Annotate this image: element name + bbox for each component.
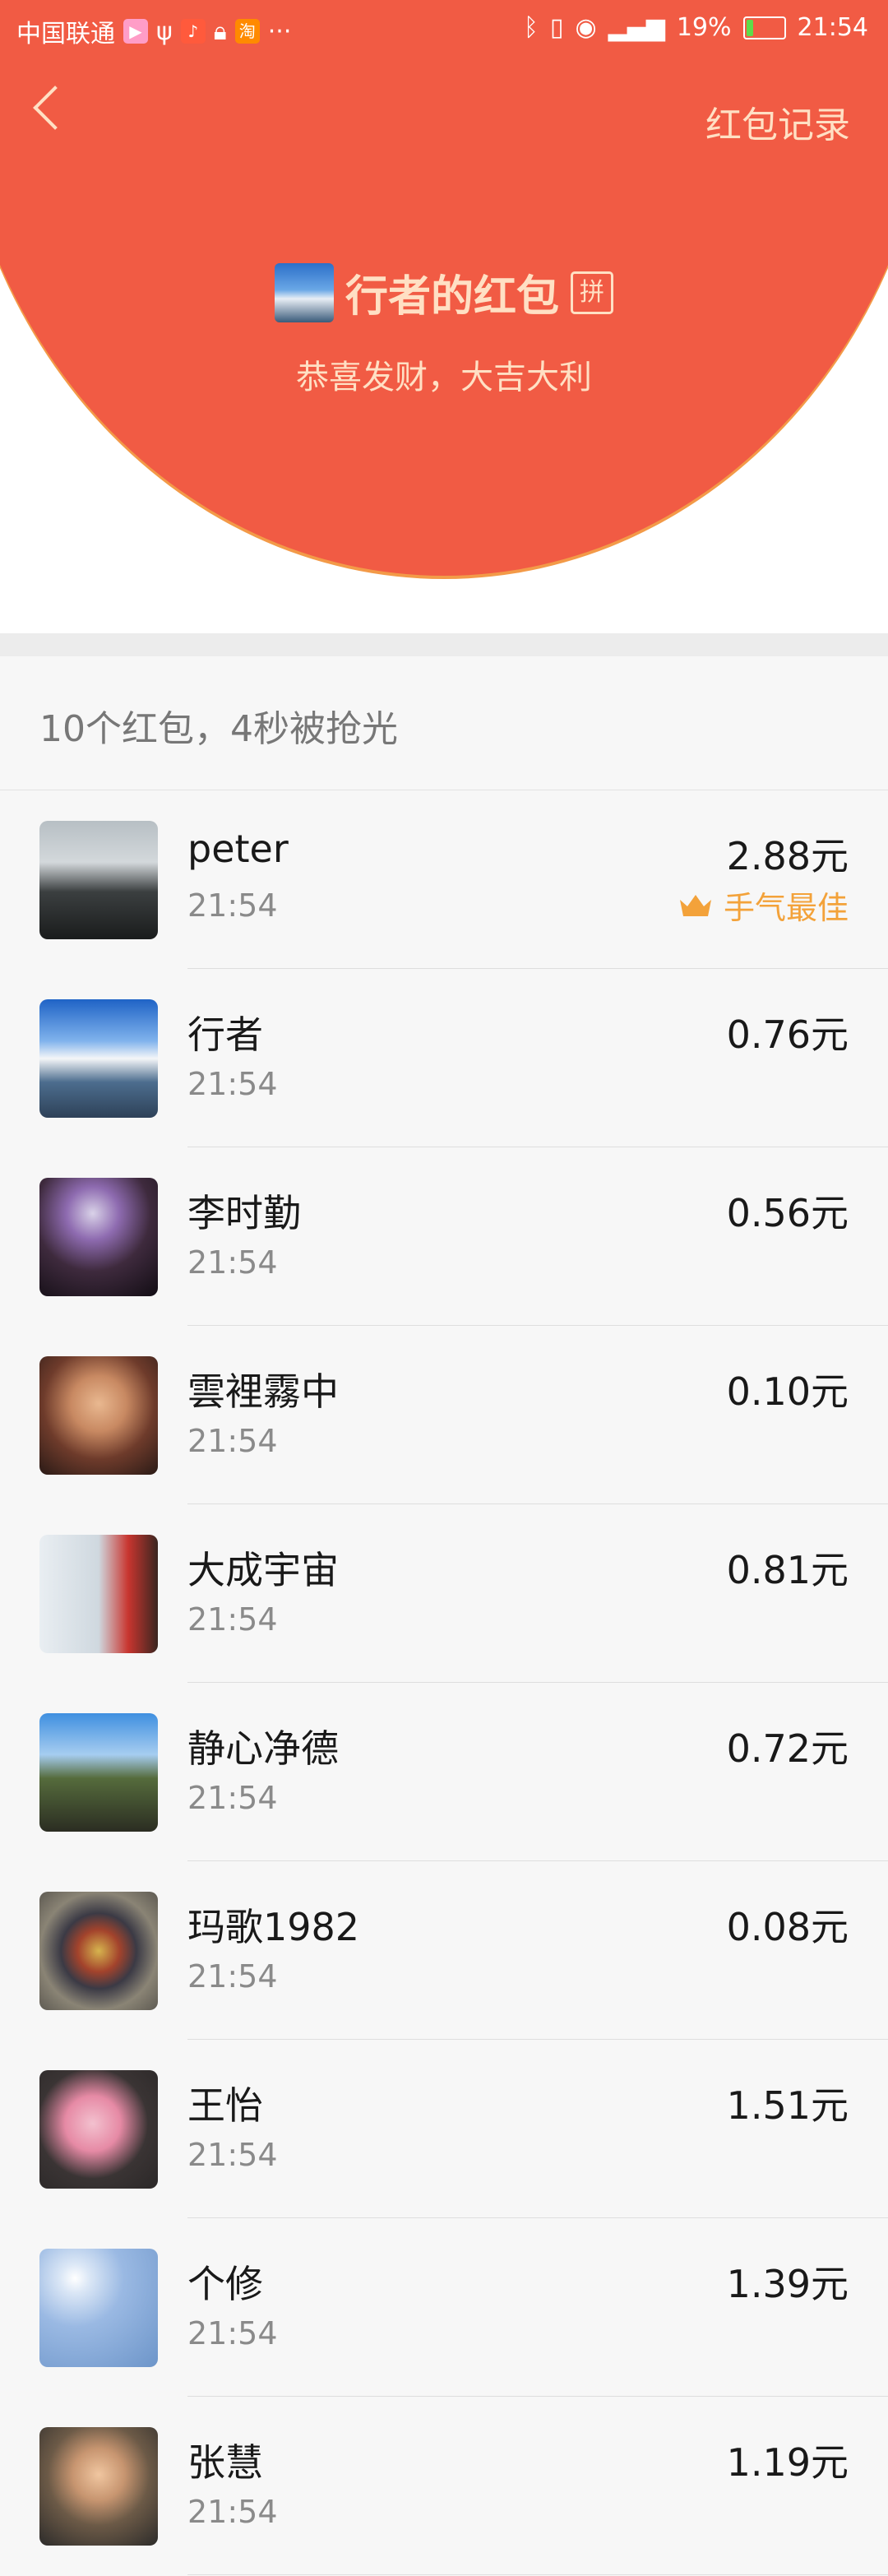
envelope-greeting: 恭喜发财，大吉大利 xyxy=(296,359,592,396)
envelope-title-row: 行者的红包 拼 xyxy=(0,262,888,323)
received-amount: 0.56元 xyxy=(726,1191,849,1235)
receive-time: 21:54 xyxy=(187,887,278,924)
vibrate-icon: ▯ xyxy=(549,13,564,42)
recipient-name: 张慧 xyxy=(187,2440,263,2485)
lucky-draw-badge: 拼 xyxy=(571,271,613,314)
recipient-list: peter 21:54 2.88元 手气最佳 行者 21:54 0.76元 李时… xyxy=(0,790,888,2575)
recipient-row[interactable]: peter 21:54 2.88元 手气最佳 xyxy=(0,790,888,969)
envelope-header: 中国联通 ▶ ψ ♪ 🔒︎ 淘 ··· ᛒ ▯ ◉ ▂▄▆ 19% 21:54 … xyxy=(0,0,888,633)
receive-time: 21:54 xyxy=(187,2494,278,2530)
app-notification-icon: ▶ xyxy=(123,19,148,44)
recipient-row[interactable]: 个修 21:54 1.39元 xyxy=(0,2218,888,2397)
red-packet-records-link[interactable]: 红包记录 xyxy=(705,95,850,148)
received-amount: 1.39元 xyxy=(726,2262,849,2306)
received-amount: 0.72元 xyxy=(726,1726,849,1771)
avatar[interactable] xyxy=(39,1535,158,1653)
avatar[interactable] xyxy=(39,999,158,1118)
status-bar: 中国联通 ▶ ψ ♪ 🔒︎ 淘 ··· ᛒ ▯ ◉ ▂▄▆ 19% 21:54 xyxy=(0,0,888,58)
avatar[interactable] xyxy=(39,1892,158,2010)
receive-time: 21:54 xyxy=(187,1601,278,1638)
avatar[interactable] xyxy=(39,821,158,939)
more-notifications-icon: ··· xyxy=(267,16,292,46)
avatar[interactable] xyxy=(39,1178,158,1296)
recipient-name: 李时勤 xyxy=(187,1191,301,1235)
recipient-row[interactable]: 大成宇宙 21:54 0.81元 xyxy=(0,1504,888,1683)
recipient-row[interactable]: 王怡 21:54 1.51元 xyxy=(0,2040,888,2218)
lock-icon: 🔒︎ xyxy=(213,16,227,46)
recipient-row[interactable]: 玛歌1982 21:54 0.08元 xyxy=(0,1861,888,2040)
avatar[interactable] xyxy=(39,2427,158,2546)
receive-time: 21:54 xyxy=(187,2315,278,2351)
clock: 21:54 xyxy=(797,13,868,42)
recipient-name: 玛歌1982 xyxy=(187,1905,360,1949)
best-luck-label: 手气最佳 xyxy=(723,890,849,926)
music-app-icon: ♪ xyxy=(180,19,206,44)
envelope-summary: 10个红包，4秒被抢光 xyxy=(39,708,398,750)
eye-icon: ◉ xyxy=(575,13,597,42)
section-divider xyxy=(0,633,888,656)
received-amount: 0.81元 xyxy=(726,1548,849,1592)
recipient-row[interactable]: 行者 21:54 0.76元 xyxy=(0,969,888,1147)
recipient-name: 静心净德 xyxy=(187,1726,339,1771)
recipient-name: 个修 xyxy=(187,2262,263,2306)
recipient-row[interactable]: 雲裡霧中 21:54 0.10元 xyxy=(0,1326,888,1504)
avatar[interactable] xyxy=(39,1713,158,1832)
received-amount: 1.51元 xyxy=(726,2083,849,2128)
recipient-row[interactable]: 李时勤 21:54 0.56元 xyxy=(0,1147,888,1326)
received-amount: 0.76元 xyxy=(726,1012,849,1057)
recipient-name: peter xyxy=(187,827,289,871)
receive-time: 21:54 xyxy=(187,1958,278,1995)
receive-time: 21:54 xyxy=(187,1423,278,1459)
sender-avatar xyxy=(274,262,334,322)
receive-time: 21:54 xyxy=(187,1244,278,1281)
recipient-name: 王怡 xyxy=(187,2083,263,2128)
avatar[interactable] xyxy=(39,2249,158,2367)
best-luck-badge: 手气最佳 xyxy=(678,883,849,928)
taobao-icon: 淘 xyxy=(234,19,260,44)
status-bar-right: ᛒ ▯ ◉ ▂▄▆ 19% 21:54 xyxy=(524,13,868,42)
received-amount: 2.88元 xyxy=(726,834,849,878)
status-bar-left: 中国联通 ▶ ψ ♪ 🔒︎ 淘 ··· xyxy=(16,13,291,49)
recipient-row[interactable]: 静心净德 21:54 0.72元 xyxy=(0,1683,888,1861)
received-amount: 1.19元 xyxy=(726,2440,849,2485)
recipient-name: 行者 xyxy=(187,1012,263,1057)
usb-icon: ψ xyxy=(156,16,173,46)
receive-time: 21:54 xyxy=(187,1066,278,1102)
battery-icon xyxy=(742,16,786,39)
avatar[interactable] xyxy=(39,1356,158,1475)
recipient-name: 雲裡霧中 xyxy=(187,1369,339,1414)
avatar[interactable] xyxy=(39,2070,158,2189)
received-amount: 0.08元 xyxy=(726,1905,849,1949)
receive-time: 21:54 xyxy=(187,2137,278,2173)
carrier-label: 中国联通 xyxy=(16,20,115,49)
recipient-row[interactable]: 张慧 21:54 1.19元 xyxy=(0,2397,888,2575)
received-amount: 0.10元 xyxy=(726,1369,849,1414)
crown-icon xyxy=(679,894,711,916)
recipient-name: 大成宇宙 xyxy=(187,1548,339,1592)
bluetooth-icon: ᛒ xyxy=(523,13,539,42)
signal-icon: ▂▄▆ xyxy=(608,13,665,42)
receive-time: 21:54 xyxy=(187,1780,278,1816)
envelope-title: 行者的红包 xyxy=(345,272,559,322)
battery-percent: 19% xyxy=(676,13,732,42)
